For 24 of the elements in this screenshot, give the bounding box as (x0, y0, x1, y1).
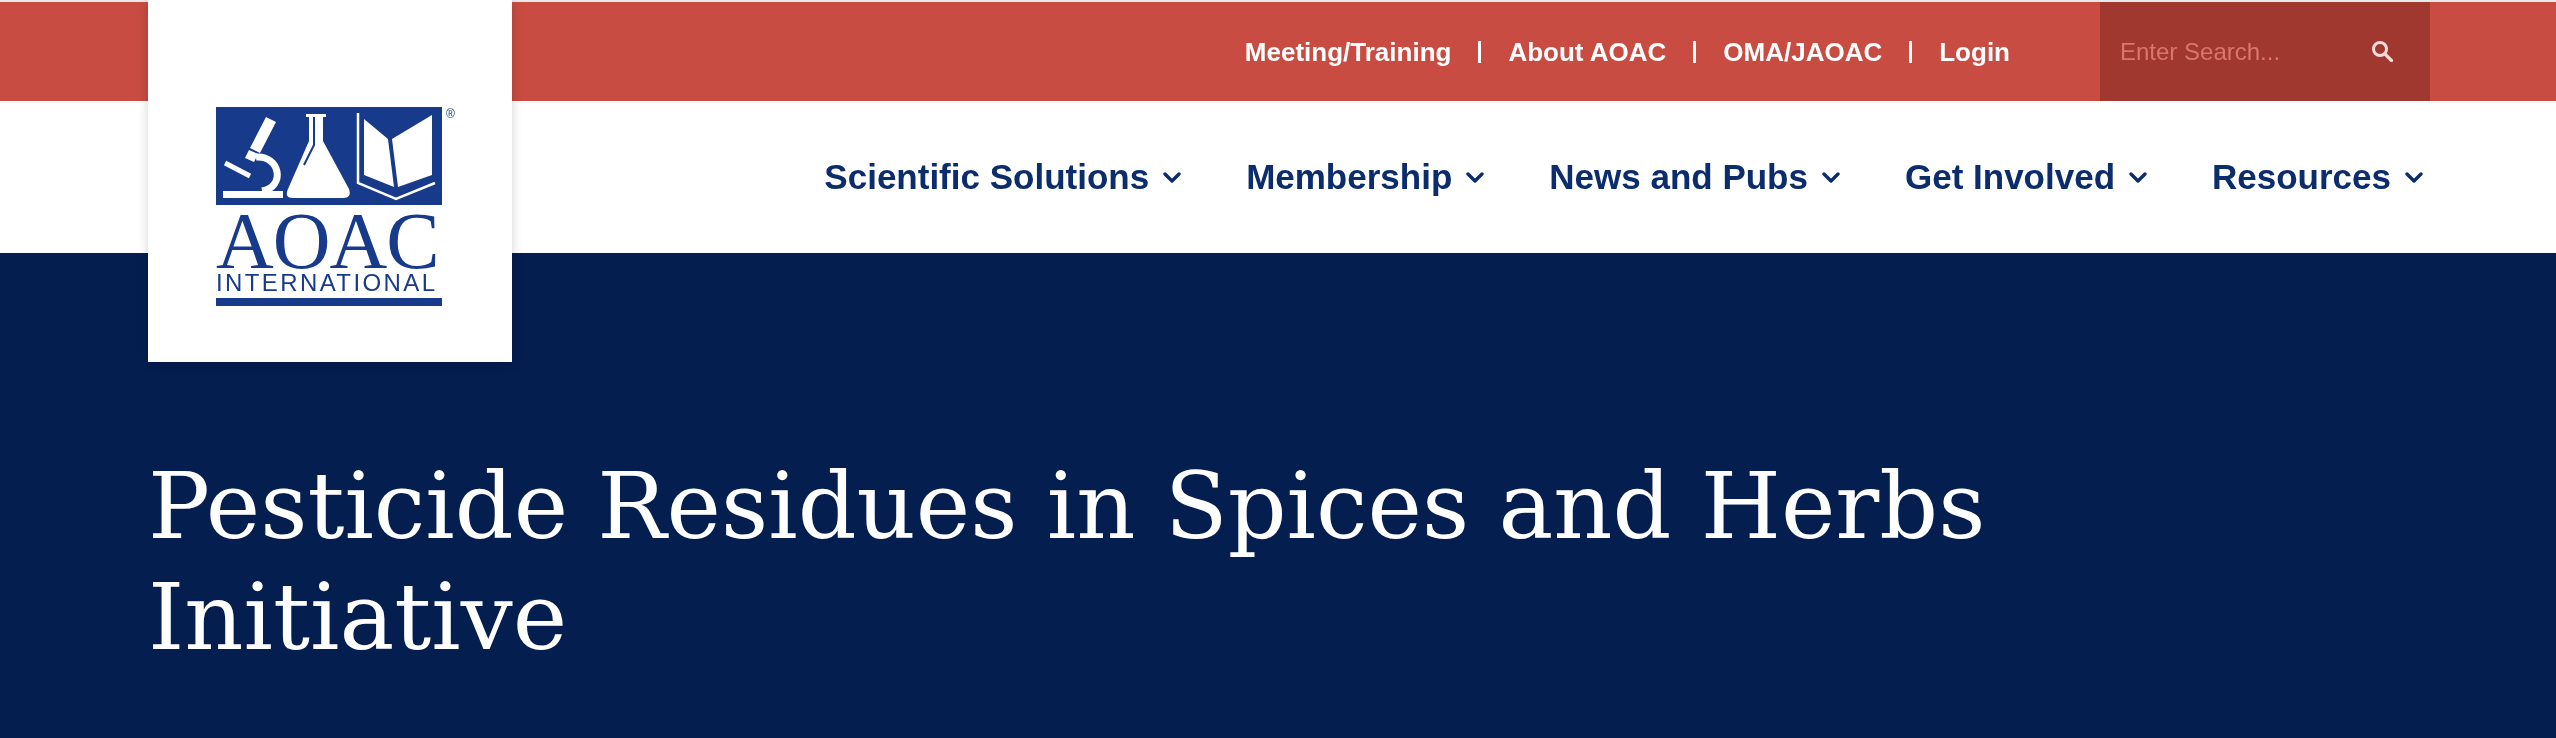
nav-menu-item[interactable]: Scientific Solutions (824, 156, 1182, 198)
top-link[interactable]: Login (1939, 35, 2010, 68)
microscope-icon (223, 117, 283, 198)
page-title: Pesticide Residues in Spices and Herbs Initiative (148, 452, 1987, 673)
top-link[interactable]: About AOAC (1508, 35, 1667, 68)
book-icon (356, 113, 436, 201)
chevron-down-icon (1821, 171, 1840, 183)
registered-mark: ® (446, 107, 455, 121)
nav-menu-item[interactable]: Resources (2212, 156, 2423, 198)
search-icon (2371, 40, 2393, 62)
logo-wordmark: AOAC (216, 212, 440, 270)
chevron-down-icon (1163, 171, 1182, 183)
chevron-down-icon (2129, 171, 2147, 183)
chevron-down-icon (1466, 171, 1485, 183)
top-link[interactable]: Meeting/Training (1244, 35, 1452, 68)
chevron-down-icon (2405, 171, 2423, 183)
nav-menu-item[interactable]: Get Involved (1904, 156, 2147, 198)
search-button[interactable] (2371, 40, 2393, 62)
top-link[interactable]: OMA/JAOAC (1723, 35, 1883, 68)
logo-subtitle: INTERNATIONAL (216, 273, 439, 293)
flask-icon (286, 114, 350, 198)
nav-menu-item[interactable]: Membership (1246, 156, 1485, 198)
search-field[interactable]: Enter Search... (2100, 2, 2430, 101)
nav-menu-item[interactable]: News and Pubs (1549, 156, 1840, 198)
